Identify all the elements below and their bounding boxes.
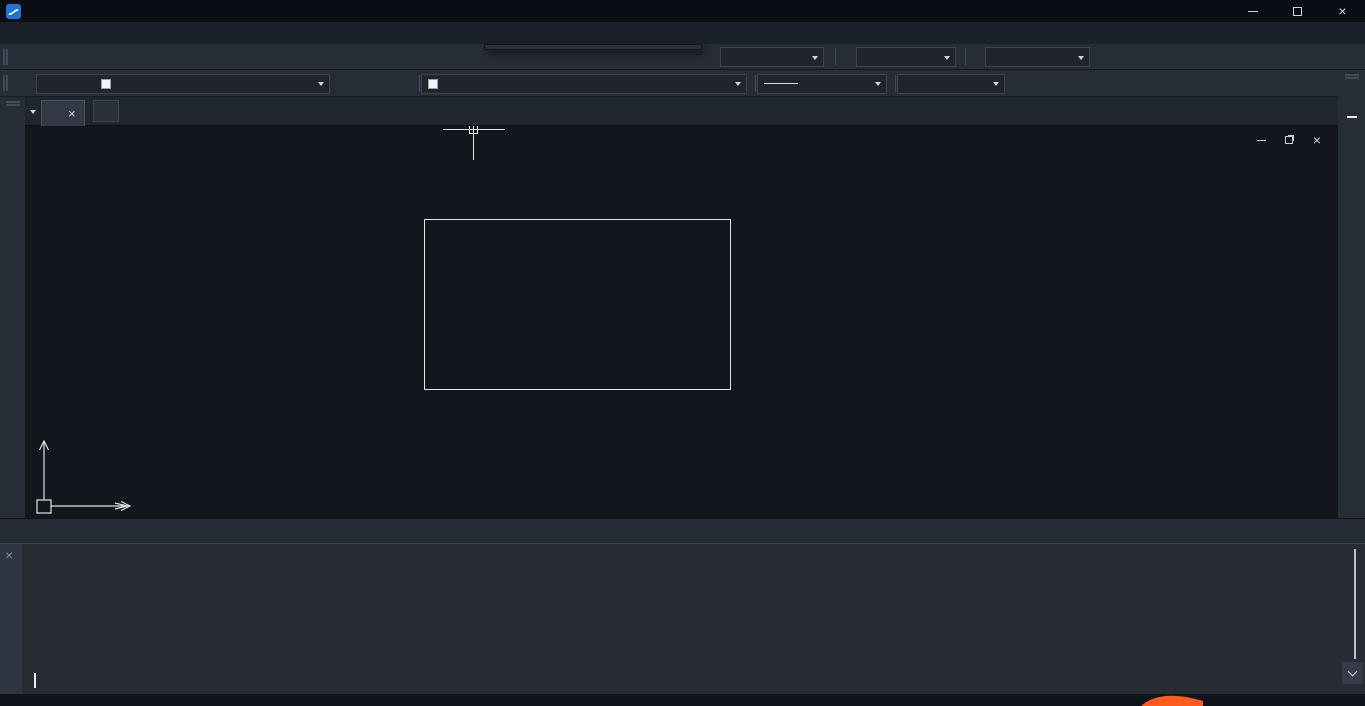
linetype-combo-caret-icon[interactable] xyxy=(870,78,886,89)
tab-list-dropdown-icon[interactable] xyxy=(25,98,41,124)
toolbar-grip[interactable] xyxy=(1345,74,1359,79)
drawn-rectangle[interactable] xyxy=(424,219,731,390)
pickbox-cursor xyxy=(469,126,478,134)
command-panel: × xyxy=(0,543,1365,694)
drawing-canvas[interactable]: × xyxy=(25,126,1338,518)
chevron-down-icon xyxy=(1348,667,1358,677)
mdi-minimize-icon xyxy=(1257,140,1266,141)
linetype-combo[interactable] xyxy=(757,74,887,94)
mleader-style-icon xyxy=(965,48,983,66)
close-button[interactable]: × xyxy=(1320,0,1365,22)
plotstyle-combo[interactable] xyxy=(897,74,1005,94)
color-combo[interactable] xyxy=(421,74,747,94)
zwcad-swoosh-logo xyxy=(1139,694,1205,706)
toolbar-grip[interactable] xyxy=(6,101,20,106)
zwcad-logo-icon xyxy=(6,4,21,19)
new-tab-button[interactable] xyxy=(93,100,119,122)
draw-toolbar xyxy=(0,97,25,543)
mleader-style-combo[interactable] xyxy=(985,47,1090,67)
command-scrollbar[interactable] xyxy=(1354,549,1356,659)
toolbar-overflow-dash xyxy=(1347,116,1357,118)
command-panel-close-icon[interactable]: × xyxy=(5,547,13,563)
layer-combo[interactable] xyxy=(36,74,330,94)
minimize-icon xyxy=(1248,11,1258,12)
color-swatch xyxy=(428,79,438,89)
ucs-icon xyxy=(35,424,165,516)
maximize-button[interactable] xyxy=(1275,0,1320,22)
toolbar-grip[interactable] xyxy=(3,75,8,91)
layer-properties-button[interactable] xyxy=(12,72,38,94)
drawing-tab[interactable]: × xyxy=(41,100,85,126)
mleader-style-caret-icon[interactable] xyxy=(1073,52,1089,63)
mdi-window-controls: × xyxy=(1252,133,1326,147)
command-panel-gutter: × xyxy=(0,544,22,694)
status-bar xyxy=(0,694,1365,706)
close-icon: × xyxy=(1338,3,1346,19)
table-style-caret-icon[interactable] xyxy=(939,52,955,63)
layout-tab-row xyxy=(0,518,1365,543)
window-controls: × xyxy=(1230,0,1365,22)
mdi-minimize-button[interactable] xyxy=(1252,133,1270,147)
mdi-restore-icon xyxy=(1285,136,1293,144)
color-combo-caret-icon[interactable] xyxy=(730,78,746,89)
command-input-line[interactable] xyxy=(28,673,36,688)
dim-style-icon xyxy=(700,48,718,66)
dim-style-caret-icon[interactable] xyxy=(807,52,823,63)
modify-toolbar xyxy=(1338,70,1365,543)
toolbar-separator xyxy=(755,75,756,92)
layer-color-swatch[interactable] xyxy=(101,79,111,89)
plotstyle-combo-caret-icon[interactable] xyxy=(988,78,1004,89)
layer-combo-caret-icon[interactable] xyxy=(313,78,329,89)
toolbar-separator xyxy=(895,75,896,92)
menubar xyxy=(0,22,1365,44)
mdi-close-button[interactable]: × xyxy=(1308,133,1326,147)
mdi-restore-button[interactable] xyxy=(1280,133,1298,147)
drawing-tabbar: × xyxy=(25,97,1338,126)
drawing-tab-close-icon[interactable]: × xyxy=(68,106,76,121)
layer-toolbar xyxy=(0,70,1365,97)
title-bar: × xyxy=(0,0,1365,22)
linetype-sample xyxy=(764,83,798,84)
zwcad-window: { "window": { "title": "ZWCAD 2020 专业版 -… xyxy=(0,0,1365,706)
table-style-combo[interactable] xyxy=(856,47,956,67)
minimize-button[interactable] xyxy=(1230,0,1275,22)
modify-menu xyxy=(484,44,702,50)
toolbar-separator xyxy=(419,75,420,92)
maximize-icon xyxy=(1293,7,1302,16)
table-style-icon xyxy=(836,48,854,66)
match-properties-button[interactable] xyxy=(1340,83,1364,106)
toolbar-grip[interactable] xyxy=(3,49,8,65)
dim-style-combo[interactable] xyxy=(720,47,824,67)
command-expand-button[interactable] xyxy=(1342,662,1363,684)
text-caret xyxy=(34,673,36,688)
